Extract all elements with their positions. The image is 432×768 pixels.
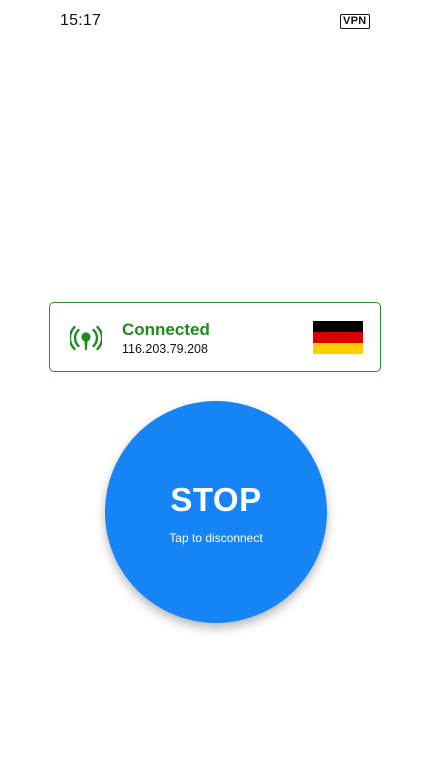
connection-info: Connected 116.203.79.208: [122, 320, 210, 357]
stop-button[interactable]: STOP Tap to disconnect: [105, 401, 327, 623]
disconnect-hint: Tap to disconnect: [169, 531, 263, 545]
germany-flag-icon: [313, 321, 363, 354]
ip-address: 116.203.79.208: [122, 342, 208, 356]
flag-stripe-red: [313, 332, 363, 343]
signal-broadcast-icon: [70, 325, 102, 351]
status-bar: 15:17 VPN: [0, 0, 432, 44]
vpn-badge: VPN: [340, 14, 370, 29]
stop-button-label: STOP: [170, 481, 262, 518]
connection-status-label: Connected: [122, 320, 210, 339]
flag-stripe-gold: [313, 343, 363, 354]
flag-stripe-black: [313, 321, 363, 332]
vpn-screen: 15:17 VPN Connected 116.203.79.208 STOP …: [0, 0, 432, 768]
status-time: 15:17: [60, 12, 102, 29]
connection-status-card: Connected 116.203.79.208: [49, 302, 381, 372]
